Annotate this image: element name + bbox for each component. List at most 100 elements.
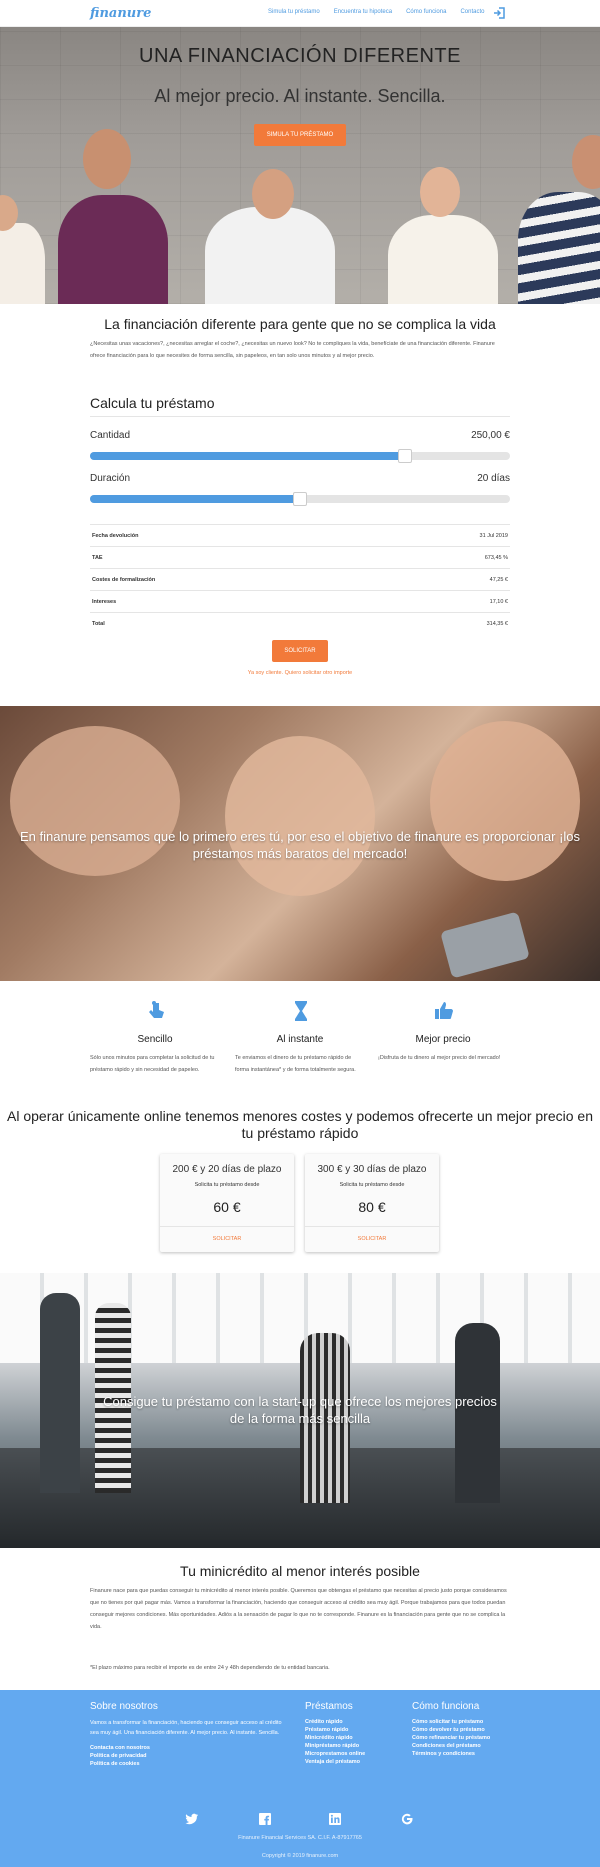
hourglass-icon bbox=[295, 1001, 307, 1021]
minicredito-heading: Tu minicrédito al menor interés posible bbox=[180, 1563, 420, 1579]
footer-about-title: Sobre nosotros bbox=[90, 1701, 158, 1712]
nav-item-como-funciona[interactable]: Cómo funciona bbox=[406, 9, 446, 15]
footer-link-contacta[interactable]: Contacta con nosotros bbox=[90, 1744, 290, 1752]
touch-icon bbox=[149, 1001, 164, 1018]
footer-link-loan[interactable]: Minicrédito rápido bbox=[305, 1734, 405, 1742]
footer-link-how[interactable]: Cómo devolver tu préstamo bbox=[412, 1726, 522, 1734]
logo[interactable]: finanure bbox=[90, 6, 151, 21]
offer-title: 300 € y 30 días de plazo bbox=[317, 1164, 427, 1175]
amount-slider[interactable] bbox=[90, 449, 510, 463]
amount-slider-thumb[interactable] bbox=[398, 449, 412, 463]
footer-link-how[interactable]: Cómo refinanciar tu préstamo bbox=[412, 1734, 522, 1742]
row-value: 47,25 € bbox=[489, 576, 508, 583]
minicredito-text: Finanure nace para que puedas conseguir … bbox=[90, 1588, 507, 1630]
offer-divider bbox=[160, 1226, 294, 1227]
duration-slider-thumb[interactable] bbox=[293, 492, 307, 506]
row-value: 314,35 € bbox=[486, 620, 508, 627]
table-row: TAE 673,45 % bbox=[90, 546, 510, 568]
hero-person-5 bbox=[518, 192, 600, 304]
nav-item-hipoteca[interactable]: Encuentra tu hipoteca bbox=[334, 9, 392, 15]
simula-prestamo-button[interactable]: SIMULA TU PRÉSTAMO bbox=[254, 124, 346, 146]
google-icon[interactable] bbox=[400, 1812, 414, 1826]
offer-subtitle: Solicita tu préstamo desde bbox=[339, 1182, 405, 1188]
footer-link-loan[interactable]: Microprestamos online bbox=[305, 1750, 405, 1758]
offer-price: 60 € bbox=[213, 1199, 241, 1215]
calculator-divider bbox=[90, 416, 510, 417]
row-label: Costes de formalización bbox=[92, 576, 156, 583]
amount-slider-fill bbox=[90, 452, 405, 460]
footer-link-cookies[interactable]: Política de cookies bbox=[90, 1760, 290, 1768]
hero-person-4 bbox=[388, 215, 498, 304]
intro-text: ¿Necesitas unas vacaciones?, ¿necesitas … bbox=[90, 341, 495, 359]
calculator-title: Calcula tu préstamo bbox=[90, 395, 215, 411]
row-label: Total bbox=[92, 620, 105, 627]
feature-text: Te enviamos el dinero de tu préstamo ráp… bbox=[235, 1055, 356, 1073]
nav-item-simula[interactable]: Simula tu préstamo bbox=[268, 9, 320, 15]
footer-link-how[interactable]: Condiciones del préstamo bbox=[412, 1742, 522, 1750]
footer-about: Sobre nosotros Vamos a transformar la fi… bbox=[90, 1701, 290, 1768]
banner-photo-face-2 bbox=[225, 736, 375, 896]
hero-title: UNA FINANCIACIÓN DIFERENTE bbox=[139, 45, 461, 67]
intro-heading: La financiación diferente para gente que… bbox=[104, 316, 496, 332]
offer-price: 80 € bbox=[358, 1199, 386, 1215]
footer: Sobre nosotros Vamos a transformar la fi… bbox=[0, 1690, 600, 1867]
hero-person-3-head bbox=[252, 169, 294, 219]
hero-subtitle: Al mejor precio. Al instante. Sencilla. bbox=[154, 86, 446, 106]
footer-link-loan[interactable]: Crédito rápido bbox=[305, 1718, 405, 1726]
feature-title: Sencillo bbox=[137, 1034, 173, 1045]
sign-in-icon[interactable] bbox=[493, 7, 505, 19]
laughing-women-banner: En finanure pensamos que lo primero eres… bbox=[0, 706, 600, 981]
hero-section: UNA FINANCIACIÓN DIFERENTE Al mejor prec… bbox=[0, 27, 600, 304]
table-row: Fecha devolución 31 Jul 2019 bbox=[90, 524, 510, 546]
footer-company: Finanure Financial Services SA. C.I.F. A… bbox=[238, 1835, 362, 1841]
duration-label: Duración bbox=[90, 473, 131, 484]
footer-link-how[interactable]: Términos y condiciones bbox=[412, 1750, 522, 1758]
banner1-text: En finanure pensamos que lo primero eres… bbox=[19, 829, 581, 861]
footer-link-loan[interactable]: Minipréstamo rápido bbox=[305, 1742, 405, 1750]
footer-copyright: Copyright © 2019 finanure.com bbox=[261, 1853, 339, 1859]
linkedin-icon[interactable] bbox=[328, 1812, 342, 1826]
footer-how: Cómo funciona Cómo solicitar tu préstamo… bbox=[412, 1701, 522, 1758]
offer-solicitar-button[interactable]: SOLICITAR bbox=[160, 1236, 294, 1242]
offer-subtitle: Solicita tu préstamo desde bbox=[194, 1182, 260, 1188]
twitter-icon[interactable] bbox=[185, 1812, 199, 1826]
loan-summary-table: Fecha devolución 31 Jul 2019 TAE 673,45 % … bbox=[90, 524, 510, 634]
footer-loans-title: Préstamos bbox=[305, 1701, 353, 1712]
hero-person-1 bbox=[0, 223, 45, 304]
footer-link-privacidad[interactable]: Política de privacidad bbox=[90, 1752, 290, 1760]
footer-link-loan[interactable]: Ventaja del préstamo bbox=[305, 1758, 405, 1766]
banner-photo-phone bbox=[440, 911, 530, 979]
feature-title: Al instante bbox=[276, 1034, 324, 1045]
page: finanure Simula tu préstamo Encuentra tu… bbox=[0, 0, 600, 1867]
main-nav: Simula tu préstamo Encuentra tu hipoteca… bbox=[268, 9, 498, 15]
footer-loans: Préstamos Crédito rápido Préstamo rápido… bbox=[305, 1701, 405, 1766]
offer-card-300: 300 € y 30 días de plazo Solicita tu pré… bbox=[305, 1154, 439, 1252]
solicitar-button[interactable]: SOLICITAR bbox=[272, 640, 328, 662]
hero-person-2-head bbox=[83, 129, 131, 189]
row-value: 31 Jul 2019 bbox=[479, 532, 508, 539]
top-nav-bar: finanure Simula tu préstamo Encuentra tu… bbox=[0, 0, 600, 27]
offer-solicitar-button[interactable]: SOLICITAR bbox=[305, 1236, 439, 1242]
footer-how-title: Cómo funciona bbox=[412, 1701, 480, 1712]
duration-slider[interactable] bbox=[90, 492, 510, 506]
footer-link-loan[interactable]: Préstamo rápido bbox=[305, 1726, 405, 1734]
table-row: Costes de formalización 47,25 € bbox=[90, 568, 510, 590]
row-label: Fecha devolución bbox=[92, 532, 139, 539]
existing-client-link[interactable]: Ya soy cliente. Quiero solicitar otro im… bbox=[0, 670, 600, 676]
table-row: Total 314,35 € bbox=[90, 612, 510, 634]
footer-link-how[interactable]: Cómo solicitar tu préstamo bbox=[412, 1718, 522, 1726]
feature-title: Mejor precio bbox=[415, 1034, 471, 1045]
row-label: TAE bbox=[92, 554, 103, 561]
offers-heading: Al operar únicamente online tenemos meno… bbox=[7, 1108, 593, 1141]
thumbs-up-icon bbox=[435, 1002, 453, 1019]
office-banner: Consigue tu préstamo con la start-up que… bbox=[0, 1273, 600, 1548]
row-label: Intereses bbox=[92, 598, 117, 605]
banner-photo-person-1 bbox=[40, 1293, 80, 1493]
amount-label: Cantidad bbox=[90, 430, 131, 441]
duration-slider-fill bbox=[90, 495, 300, 503]
facebook-icon[interactable] bbox=[258, 1812, 272, 1826]
banner2-text: Consigue tu préstamo con la start-up que… bbox=[103, 1394, 497, 1426]
offer-title: 200 € y 20 días de plazo bbox=[172, 1164, 282, 1175]
nav-item-contacto[interactable]: Contacto bbox=[460, 9, 484, 15]
duration-value: 20 días bbox=[477, 473, 510, 484]
